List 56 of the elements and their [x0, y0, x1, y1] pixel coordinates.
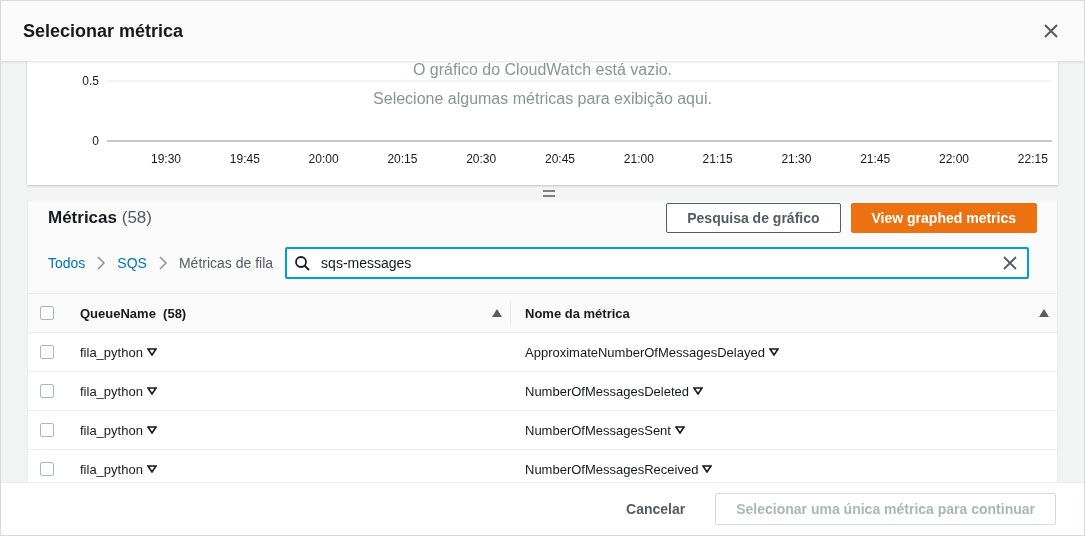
dropdown-icon[interactable] [768, 348, 779, 356]
table-cell: fila_python [80, 344, 143, 360]
table-cell: fila_python [80, 383, 143, 399]
x-tick-label: 21:15 [702, 152, 733, 166]
table-cell: ApproximateNumberOfMessagesDelayed [525, 344, 765, 360]
breadcrumb-current: Métricas de fila [178, 255, 274, 271]
dropdown-icon[interactable] [146, 426, 157, 434]
dropdown-icon[interactable] [702, 465, 713, 473]
x-tick-label: 22:15 [1017, 152, 1048, 166]
row-checkbox[interactable] [40, 423, 54, 437]
table-cell: fila_python [80, 461, 143, 477]
dropdown-icon[interactable] [146, 387, 157, 395]
chevron-right-icon [158, 256, 167, 270]
drag-handle-icon[interactable] [542, 189, 555, 197]
graph-search-button[interactable]: Pesquisa de gráfico [666, 203, 841, 233]
row-checkbox[interactable] [40, 384, 54, 398]
dropdown-icon[interactable] [146, 348, 157, 356]
search-icon [295, 256, 311, 271]
metrics-title: Métricas [48, 208, 117, 227]
x-tick-label: 19:30 [151, 152, 181, 166]
x-tick-label: 20:00 [308, 152, 339, 166]
chevron-right-icon [97, 256, 106, 270]
search-field[interactable]: sqs-messages [285, 247, 1029, 279]
row-checkbox[interactable] [40, 345, 54, 359]
metrics-count: (58) [121, 208, 152, 227]
cancel-button[interactable]: Cancelar [612, 497, 700, 521]
sort-ascending-icon[interactable] [492, 309, 502, 317]
column-header[interactable]: QueueName (58) [80, 305, 187, 321]
breadcrumb-link[interactable]: SQS [117, 255, 147, 271]
x-tick-label: 22:00 [939, 152, 969, 166]
close-icon[interactable] [1043, 23, 1059, 39]
clear-icon[interactable] [1003, 256, 1017, 270]
row-checkbox[interactable] [40, 462, 54, 476]
x-tick-label: 20:30 [466, 152, 497, 166]
x-tick-label: 19:45 [229, 152, 260, 166]
table-cell: NumberOfMessagesSent [525, 422, 671, 438]
y-tick-label: 0 [92, 134, 99, 148]
x-tick-label: 20:45 [545, 152, 575, 166]
table-cell: NumberOfMessagesReceived [525, 461, 699, 477]
x-tick-label: 21:45 [860, 152, 891, 166]
breadcrumb-link[interactable]: Todos [48, 255, 86, 271]
x-tick-label: 20:15 [387, 152, 418, 166]
table-cell: fila_python [80, 422, 143, 438]
empty-chart-message: O gráfico do CloudWatch está vazio. [412, 61, 673, 79]
x-tick-label: 21:30 [781, 152, 812, 166]
dialog-title: Selecionar métrica [23, 20, 184, 42]
dropdown-icon[interactable] [674, 426, 685, 434]
empty-chart-message: Selecione algumas métricas para exibição aqui. [373, 90, 712, 108]
table-cell: NumberOfMessagesDeleted [525, 383, 690, 399]
dropdown-icon[interactable] [693, 387, 704, 395]
column-header[interactable]: Nome da métrica [525, 305, 630, 321]
dropdown-icon[interactable] [146, 465, 157, 473]
x-tick-label: 21:00 [623, 152, 654, 166]
sort-ascending-icon[interactable] [1039, 309, 1049, 317]
select-all-checkbox[interactable] [40, 306, 54, 320]
y-tick-label: 0.5 [82, 74, 99, 88]
